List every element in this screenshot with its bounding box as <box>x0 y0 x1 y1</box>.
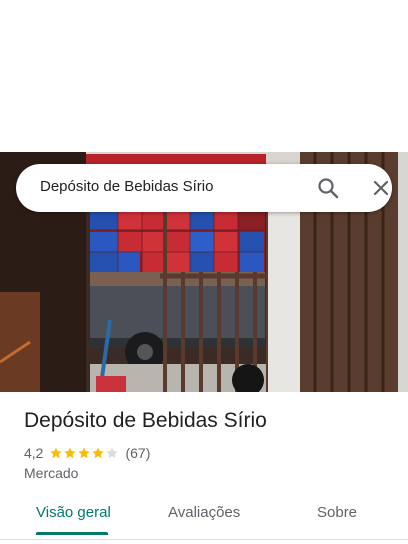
active-tab-indicator <box>36 532 108 535</box>
review-count[interactable]: (67) <box>125 445 150 461</box>
rating-row: 4,2 (67) <box>24 444 150 462</box>
tab-overview[interactable]: Visão geral <box>36 504 111 521</box>
tab-reviews[interactable]: Avaliações <box>168 504 240 521</box>
star-icon <box>50 447 63 459</box>
rating-stars <box>49 446 119 460</box>
star-icon <box>64 447 77 459</box>
place-title: Depósito de Bebidas Sírio <box>24 409 267 432</box>
search-input[interactable]: Depósito de Bebidas Sírio <box>40 178 213 195</box>
star-icon <box>78 447 91 459</box>
close-icon[interactable] <box>368 176 394 200</box>
tab-about[interactable]: Sobre <box>317 504 357 521</box>
place-category: Mercado <box>24 465 79 481</box>
tab-bar: Visão geral Avaliações Sobre <box>0 496 408 536</box>
star-empty-icon <box>106 447 119 459</box>
divider <box>0 539 408 540</box>
search-icon[interactable] <box>316 176 342 200</box>
star-icon <box>92 447 105 459</box>
map-blank-area <box>0 0 408 152</box>
search-bar[interactable]: Depósito de Bebidas Sírio <box>16 164 392 212</box>
rating-value: 4,2 <box>24 445 44 461</box>
